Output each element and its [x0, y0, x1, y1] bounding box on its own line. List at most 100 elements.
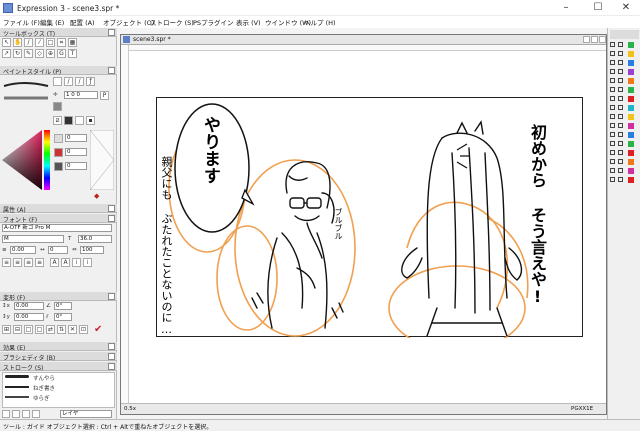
layer-row[interactable]: [610, 105, 639, 112]
skew-field[interactable]: 0°: [54, 313, 72, 321]
doc-minimize-icon[interactable]: [583, 36, 590, 43]
picker-icon[interactable]: ◆: [94, 192, 99, 200]
no-fill-icon[interactable]: ⧄: [53, 116, 62, 125]
layer-row[interactable]: [610, 60, 639, 67]
transform-opt-3-icon[interactable]: □: [24, 325, 33, 334]
font-style-field[interactable]: M: [2, 235, 64, 243]
layer-row[interactable]: [610, 78, 639, 85]
gray-swatch[interactable]: [75, 116, 84, 125]
gradient-tool-icon[interactable]: G: [57, 49, 66, 58]
align-center-icon[interactable]: ≡: [13, 258, 22, 267]
stroke-item[interactable]: すんやら: [33, 374, 55, 382]
x-field[interactable]: 0.00: [14, 302, 44, 310]
minimize-button[interactable]: –: [552, 0, 580, 16]
transform-opt-1-icon[interactable]: ⊞: [2, 325, 11, 334]
close-icon[interactable]: [108, 363, 115, 370]
delete-icon[interactable]: [32, 410, 40, 418]
node-tool-icon[interactable]: ◇: [35, 49, 44, 58]
close-icon[interactable]: [108, 205, 115, 212]
swatch-black-icon[interactable]: [53, 77, 62, 86]
scale-field[interactable]: 100: [80, 246, 104, 254]
stroke-item[interactable]: ゆらぎ: [33, 394, 50, 402]
menu-stroke[interactable]: ストローク (S): [150, 17, 194, 27]
color-swatch-red[interactable]: [54, 148, 63, 157]
close-icon[interactable]: [108, 293, 115, 300]
leading-field[interactable]: 0.00: [10, 246, 36, 254]
transform-opt-4-icon[interactable]: □: [35, 325, 44, 334]
close-icon[interactable]: [108, 29, 115, 36]
rotate-tool-icon[interactable]: ↻: [13, 49, 22, 58]
layer-row[interactable]: [610, 96, 639, 103]
brush-tool-icon[interactable]: /: [24, 38, 33, 47]
zoom-level[interactable]: 0.5x: [124, 406, 136, 412]
angle-field[interactable]: 0°: [54, 302, 72, 310]
layer-row[interactable]: [610, 168, 639, 175]
font-size-field[interactable]: 36.0: [78, 235, 112, 243]
tracking-field[interactable]: 0: [48, 246, 68, 254]
layer-row[interactable]: [610, 87, 639, 94]
select-tool-icon[interactable]: ↖: [2, 38, 11, 47]
layer-row[interactable]: [610, 150, 639, 157]
width-field[interactable]: 1 0 0: [64, 91, 98, 99]
color-field-2[interactable]: 0: [65, 148, 87, 156]
save-icon[interactable]: [22, 410, 30, 418]
layer-row[interactable]: [610, 177, 639, 184]
text-path-icon[interactable]: ⁞: [83, 258, 92, 267]
direct-select-tool-icon[interactable]: ↗: [2, 49, 11, 58]
doc-close-icon[interactable]: [599, 36, 606, 43]
align-left-icon[interactable]: ≡: [2, 258, 11, 267]
color-swatch-1[interactable]: [54, 134, 63, 143]
menu-view[interactable]: 表示 (V): [236, 17, 261, 27]
outline-text-icon[interactable]: A: [50, 258, 59, 267]
menu-object[interactable]: オブジェクト (O): [103, 17, 154, 27]
black-swatch[interactable]: [64, 116, 73, 125]
y-field[interactable]: 0.00: [14, 313, 44, 321]
transform-opt-6-icon[interactable]: ⇅: [57, 325, 66, 334]
open-icon[interactable]: [12, 410, 20, 418]
transform-opt-7-icon[interactable]: ✕: [68, 325, 77, 334]
transform-opt-5-icon[interactable]: ⇄: [46, 325, 55, 334]
layer-row[interactable]: [610, 123, 639, 130]
menu-edit[interactable]: 編集 (E): [40, 17, 64, 27]
close-icon[interactable]: [108, 343, 115, 350]
layer-row[interactable]: [610, 141, 639, 148]
layer-row[interactable]: [610, 51, 639, 58]
layer-row[interactable]: [610, 159, 639, 166]
apply-check-icon[interactable]: ✔: [94, 324, 102, 335]
brightness-slider[interactable]: [90, 130, 114, 190]
font-name-field[interactable]: A-OTF 新ゴ Pro M: [2, 224, 112, 232]
menu-file[interactable]: ファイル (F): [3, 17, 40, 27]
layer-select[interactable]: レイヤ: [60, 410, 112, 418]
text-box-icon[interactable]: A: [61, 258, 70, 267]
crop-tool-icon[interactable]: ⌗: [57, 38, 66, 47]
color-field-3[interactable]: 0: [65, 162, 87, 170]
layer-row[interactable]: [610, 114, 639, 121]
align-right-icon[interactable]: ≡: [24, 258, 33, 267]
close-icon[interactable]: [108, 67, 115, 74]
unit-icon[interactable]: P: [100, 91, 109, 100]
close-button[interactable]: ✕: [612, 0, 640, 16]
justify-icon[interactable]: ≡: [35, 258, 44, 267]
menu-ps-plugin[interactable]: PSプラグイン: [193, 17, 234, 27]
color-swatch-dark[interactable]: [54, 162, 63, 171]
fill-swatch[interactable]: [53, 102, 62, 111]
transform-opt-2-icon[interactable]: ⊟: [13, 325, 22, 334]
close-icon[interactable]: [108, 215, 115, 222]
pen-tool-icon[interactable]: ✎: [24, 49, 33, 58]
new-icon[interactable]: [2, 410, 10, 418]
color-field-1[interactable]: 0: [65, 134, 87, 142]
rectangle-tool-icon[interactable]: □: [46, 38, 55, 47]
grid-tool-icon[interactable]: ▦: [68, 38, 77, 47]
hand-tool-icon[interactable]: ✋: [13, 38, 22, 47]
menu-help[interactable]: ヘルプ (H): [304, 17, 336, 27]
pen-icon[interactable]: /: [64, 77, 73, 86]
eyedropper-tool-icon[interactable]: ⁄: [35, 38, 44, 47]
layer-row[interactable]: [610, 42, 639, 49]
swap-icon[interactable]: ▪: [86, 116, 95, 125]
zoom-tool-icon[interactable]: ⊕: [46, 49, 55, 58]
vertical-text-icon[interactable]: ⁞: [72, 258, 81, 267]
text-tool-icon[interactable]: T: [68, 49, 77, 58]
color-picker[interactable]: [2, 130, 52, 190]
layer-row[interactable]: [610, 69, 639, 76]
close-icon[interactable]: [108, 353, 115, 360]
